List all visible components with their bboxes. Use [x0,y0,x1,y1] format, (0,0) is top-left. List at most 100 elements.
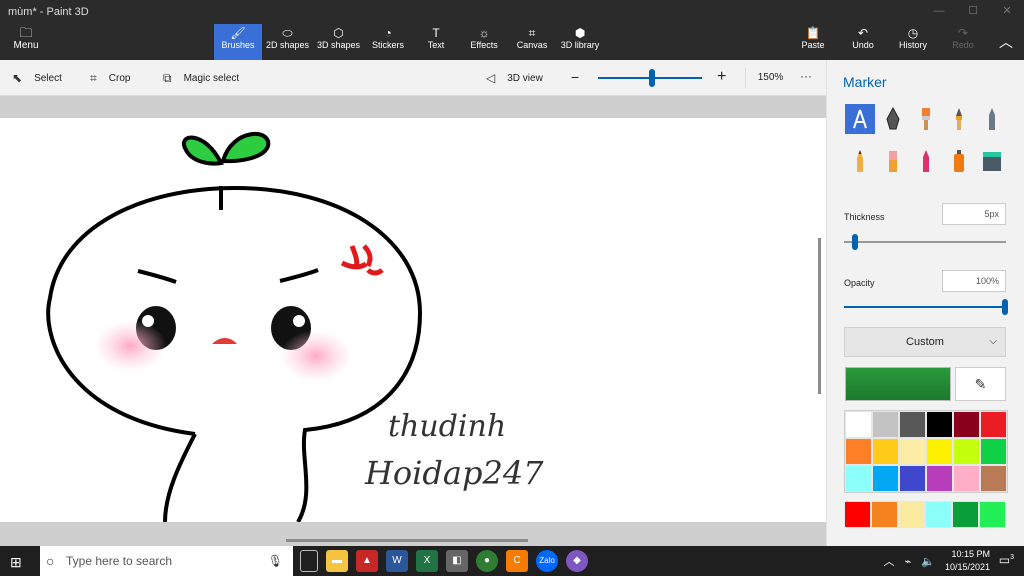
coccoc-icon[interactable]: C [506,550,528,572]
oil-brush-icon [922,108,930,130]
acrobat-icon[interactable]: ▲ [356,550,378,572]
magic-select-button[interactable]: ⧉ Magic select [163,71,239,86]
drawing-canvas[interactable]: thudinh Hoidap247 [0,118,826,522]
palette-swatch[interactable] [899,438,926,465]
eyedropper-button[interactable]: ✎ [955,367,1006,401]
zoom-slider-thumb[interactable] [649,69,655,87]
crop-label: Crop [108,73,131,84]
collapse-ribbon-icon[interactable]: ︿ [988,24,1024,60]
fill-brush[interactable] [977,146,1007,176]
custom-color-swatch[interactable] [979,501,1006,528]
tab-3d-shapes[interactable]: ⬡ 3D shapes [313,24,364,60]
palette-swatch[interactable] [845,411,872,438]
tab-stickers[interactable]: ◔ Stickers [364,24,412,60]
palette-swatch[interactable] [953,438,980,465]
file-explorer-icon[interactable]: ▬ [326,550,348,572]
tab-2d-shapes[interactable]: ⬭ 2D shapes [262,24,313,60]
palette-swatch[interactable] [926,438,953,465]
tab-label: Effects [470,40,498,50]
thickness-slider-thumb[interactable] [851,234,858,250]
thickness-slider[interactable] [844,241,1006,243]
minimize-icon[interactable]: — [922,0,956,24]
tab-3d-library[interactable]: ⬢ 3D library [556,24,604,60]
history-button[interactable]: ◷ History [888,24,938,60]
palette-swatch[interactable] [872,438,899,465]
chevron-up-icon[interactable]: ︿ [884,553,895,569]
zoom-in-button[interactable]: + [717,68,726,86]
current-color-swatch[interactable] [845,367,951,401]
opacity-slider-thumb[interactable] [1002,299,1008,315]
maximize-icon[interactable]: ☐ [956,0,990,24]
volume-icon[interactable]: 🔈 [921,555,935,568]
crop-button[interactable]: ⌗ Crop [90,71,130,86]
pixel-pen-icon [989,108,995,130]
app-icon[interactable]: ◧ [446,550,468,572]
3d-view-toggle[interactable]: ◁ 3D view [486,71,543,85]
pixel-pen-brush[interactable] [977,104,1007,134]
custom-color-swatch[interactable] [925,501,952,528]
paint3d-taskbar-icon[interactable]: ◆ [566,550,588,572]
zalo-icon[interactable]: Zalo [536,550,558,572]
vertical-scrollbar[interactable] [818,238,821,394]
excel-icon[interactable]: X [416,550,438,572]
oil-brush[interactable] [911,104,941,134]
redo-button[interactable]: ↷ Redo [938,24,988,60]
menu-button[interactable]: 🗀 Menu [6,26,46,52]
tab-effects[interactable]: ☼ Effects [460,24,508,60]
paste-button[interactable]: 📋 Paste [788,24,838,60]
palette-swatch[interactable] [926,465,953,492]
zoom-out-button[interactable]: − [571,69,579,85]
watercolor-brush[interactable] [944,104,974,134]
custom-color-swatch[interactable] [952,501,979,528]
palette-swatch[interactable] [845,438,872,465]
more-options-icon[interactable]: ··· [800,69,812,83]
spray-can-brush[interactable] [944,146,974,176]
tab-canvas[interactable]: ⌗ Canvas [508,24,556,60]
palette-swatch[interactable] [872,411,899,438]
tab-text[interactable]: T Text [412,24,460,60]
pencil-brush[interactable] [845,146,875,176]
select-button[interactable]: ⬉ Select [12,71,62,85]
canvas-text-thudinh: thudinh [388,409,506,444]
canvas-icon: ⌗ [528,26,536,40]
chrome-icon[interactable]: ● [476,550,498,572]
custom-color-swatch[interactable] [844,501,871,528]
eraser-icon [889,151,897,172]
close-icon[interactable]: ✕ [990,0,1024,24]
calligraphy-pen-brush[interactable] [878,104,908,134]
palette-swatch[interactable] [899,411,926,438]
undo-button[interactable]: ↶ Undo [838,24,888,60]
clock[interactable]: 10:15 PM 10/15/2021 [945,548,990,574]
palette-swatch[interactable] [953,411,980,438]
zoom-level[interactable]: 150% [745,68,795,88]
horizontal-scrollbar[interactable] [286,539,528,542]
marker-brush[interactable] [845,104,875,134]
palette-swatch[interactable] [953,465,980,492]
opacity-field[interactable]: 100% [942,270,1006,292]
palette-swatch[interactable] [980,465,1007,492]
palette-swatch[interactable] [845,465,872,492]
palette-swatch[interactable] [872,465,899,492]
custom-color-swatch[interactable] [898,501,925,528]
opacity-slider[interactable] [844,306,1006,308]
word-icon[interactable]: W [386,550,408,572]
taskbar-search[interactable]: ○ Type here to search 🎙 [40,546,293,576]
tab-brushes[interactable]: 🖌 Brushes [214,24,262,60]
2d-shapes-icon: ⬭ [282,26,293,40]
task-view-icon[interactable] [300,550,318,572]
palette-swatch[interactable] [980,411,1007,438]
notification-icon[interactable]: ▭3 [999,553,1014,567]
palette-swatch[interactable] [980,438,1007,465]
windows-start-icon[interactable]: ⊞ [10,554,22,571]
thickness-field[interactable]: 5px [942,203,1006,225]
system-tray: ︿ ⌁ 🔈 10:15 PM 10/15/2021 [884,548,990,574]
palette-swatch[interactable] [926,411,953,438]
network-icon[interactable]: ⌁ [905,555,912,568]
crayon-brush[interactable] [911,146,941,176]
custom-color-swatch[interactable] [871,501,898,528]
eraser-brush[interactable] [878,146,908,176]
chevron-down-icon: ⌵ [989,336,997,347]
finish-dropdown[interactable]: Custom ⌵ [844,327,1006,357]
palette-swatch[interactable] [899,465,926,492]
microphone-icon[interactable]: 🎙 [268,546,283,576]
